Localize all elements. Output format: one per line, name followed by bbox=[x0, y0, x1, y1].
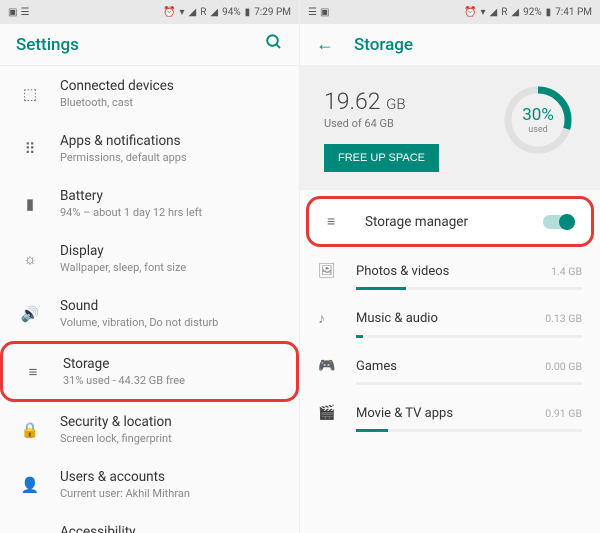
alarm-icon: ⏰ bbox=[464, 7, 476, 18]
item-icon: 🔒 bbox=[16, 421, 44, 439]
category-label: Photos & videos bbox=[356, 264, 551, 279]
search-icon[interactable] bbox=[265, 33, 283, 56]
clock: 7:41 PM bbox=[555, 7, 592, 18]
category-size: 0.00 GB bbox=[545, 360, 582, 373]
item-icon: ☼ bbox=[16, 250, 44, 268]
signal-icon: ◢ bbox=[511, 7, 519, 18]
settings-item-storage[interactable]: ≡ Storage 31% used - 44.32 GB free bbox=[0, 341, 299, 402]
settings-item-connected-devices[interactable]: ⬚ Connected devices Bluetooth, cast bbox=[0, 66, 299, 121]
category-icon: ♪ bbox=[318, 310, 342, 327]
item-title: Display bbox=[60, 243, 283, 259]
notif-icon: ☰ bbox=[308, 7, 317, 18]
item-title: Battery bbox=[60, 188, 283, 204]
category-size: 0.13 GB bbox=[545, 312, 582, 325]
category-games[interactable]: 🎮 Games 0.00 GB bbox=[300, 348, 600, 380]
item-subtitle: Volume, vibration, Do not disturb bbox=[60, 316, 283, 329]
notif-icon: ▣ bbox=[320, 7, 329, 18]
used-value: 19.62 bbox=[324, 88, 381, 115]
used-unit: GB bbox=[386, 95, 405, 113]
battery-percent: 94% bbox=[222, 7, 241, 18]
page-title: Settings bbox=[16, 35, 265, 55]
item-icon: 👤 bbox=[16, 476, 44, 494]
category-icon: 🖼 bbox=[318, 263, 342, 279]
donut-percent: 30% bbox=[522, 105, 554, 125]
storage-summary: 19.62 GB Used of 64 GB FREE UP SPACE 30%… bbox=[300, 66, 600, 190]
battery-icon: ▮ bbox=[245, 7, 251, 18]
category-size: 1.4 GB bbox=[551, 265, 582, 278]
category-photos-videos[interactable]: 🖼 Photos & videos 1.4 GB bbox=[300, 253, 600, 285]
signal-icon: ◢ bbox=[189, 7, 197, 18]
category-progress bbox=[356, 382, 582, 385]
status-bar-left: ▣☰ ⏰ ▾ ◢ R ◢ 94% ▮ 7:29 PM bbox=[0, 0, 299, 24]
wifi-icon: ▾ bbox=[480, 7, 485, 18]
signal-icon: ◢ bbox=[210, 7, 218, 18]
category-progress bbox=[356, 287, 582, 290]
item-subtitle: Screen lock, fingerprint bbox=[60, 432, 283, 445]
roaming-icon: R bbox=[501, 7, 507, 18]
free-up-space-button[interactable]: FREE UP SPACE bbox=[324, 144, 439, 172]
page-title: Storage bbox=[354, 35, 413, 55]
settings-item-display[interactable]: ☼ Display Wallpaper, sleep, font size bbox=[0, 231, 299, 286]
category-size: 0.91 GB bbox=[545, 407, 582, 420]
notif-icon: ▣ bbox=[8, 7, 17, 18]
clock: 7:29 PM bbox=[254, 7, 291, 18]
storage-manager-icon: ≡ bbox=[327, 213, 351, 230]
donut-label: used bbox=[522, 125, 554, 135]
category-progress bbox=[356, 335, 582, 338]
item-icon: ⠿ bbox=[16, 140, 44, 158]
item-title: Accessibility bbox=[60, 524, 283, 533]
item-subtitle: Permissions, default apps bbox=[60, 151, 283, 164]
settings-item-battery[interactable]: ▮ Battery 94% – about 1 day 12 hrs left bbox=[0, 176, 299, 231]
settings-item-apps-notifications[interactable]: ⠿ Apps & notifications Permissions, defa… bbox=[0, 121, 299, 176]
item-title: Apps & notifications bbox=[60, 133, 283, 149]
category-label: Games bbox=[356, 359, 545, 374]
settings-item-users-accounts[interactable]: 👤 Users & accounts Current user: Akhil M… bbox=[0, 457, 299, 512]
usage-donut: 30% used bbox=[502, 84, 574, 156]
item-icon: ≡ bbox=[19, 363, 47, 381]
battery-icon: ▮ bbox=[546, 7, 552, 18]
item-title: Sound bbox=[60, 298, 283, 314]
item-title: Security & location bbox=[60, 414, 283, 430]
signal-icon: ◢ bbox=[490, 7, 498, 18]
category-icon: 🎬 bbox=[318, 405, 342, 421]
settings-item-sound[interactable]: 🔊 Sound Volume, vibration, Do not distur… bbox=[0, 286, 299, 341]
roaming-icon: R bbox=[200, 7, 206, 18]
app-bar: ← Storage bbox=[300, 24, 600, 66]
storage-manager-toggle[interactable] bbox=[543, 215, 573, 229]
item-icon: 🔊 bbox=[16, 305, 44, 323]
alarm-icon: ⏰ bbox=[163, 7, 175, 18]
notif-icon: ☰ bbox=[20, 7, 29, 18]
settings-item-accessibility[interactable]: ✲ Accessibility Screen readers, display,… bbox=[0, 512, 299, 533]
item-subtitle: Current user: Akhil Mithran bbox=[60, 487, 283, 500]
item-subtitle: Wallpaper, sleep, font size bbox=[60, 261, 283, 274]
category-movie-tv-apps[interactable]: 🎬 Movie & TV apps 0.91 GB bbox=[300, 395, 600, 427]
storage-categories: 🖼 Photos & videos 1.4 GB ♪ Music & audio … bbox=[300, 253, 600, 432]
category-music-audio[interactable]: ♪ Music & audio 0.13 GB bbox=[300, 300, 600, 333]
wifi-icon: ▾ bbox=[179, 7, 184, 18]
battery-percent: 92% bbox=[523, 7, 542, 18]
item-subtitle: Bluetooth, cast bbox=[60, 96, 283, 109]
item-title: Connected devices bbox=[60, 78, 283, 94]
item-subtitle: 31% used - 44.32 GB free bbox=[63, 374, 280, 387]
item-title: Users & accounts bbox=[60, 469, 283, 485]
settings-item-security-location[interactable]: 🔒 Security & location Screen lock, finge… bbox=[0, 402, 299, 457]
settings-panel: ▣☰ ⏰ ▾ ◢ R ◢ 94% ▮ 7:29 PM Settings ⬚ Co… bbox=[0, 0, 300, 533]
item-icon: ▮ bbox=[16, 195, 44, 213]
storage-panel: ☰▣ ⏰ ▾ ◢ R ◢ 92% ▮ 7:41 PM ← Storage 19.… bbox=[300, 0, 600, 533]
settings-list: ⬚ Connected devices Bluetooth, cast ⠿ Ap… bbox=[0, 66, 299, 533]
category-label: Music & audio bbox=[356, 311, 545, 326]
status-bar-right: ☰▣ ⏰ ▾ ◢ R ◢ 92% ▮ 7:41 PM bbox=[300, 0, 600, 24]
item-title: Storage bbox=[63, 356, 280, 372]
item-subtitle: 94% – about 1 day 12 hrs left bbox=[60, 206, 283, 219]
category-progress bbox=[356, 429, 582, 432]
category-icon: 🎮 bbox=[318, 358, 342, 374]
back-icon[interactable]: ← bbox=[316, 34, 334, 55]
category-label: Movie & TV apps bbox=[356, 406, 545, 421]
item-icon: ⬚ bbox=[16, 85, 44, 103]
storage-manager-row[interactable]: ≡ Storage manager bbox=[306, 196, 594, 247]
app-bar: Settings bbox=[0, 24, 299, 66]
storage-manager-label: Storage manager bbox=[365, 214, 543, 230]
